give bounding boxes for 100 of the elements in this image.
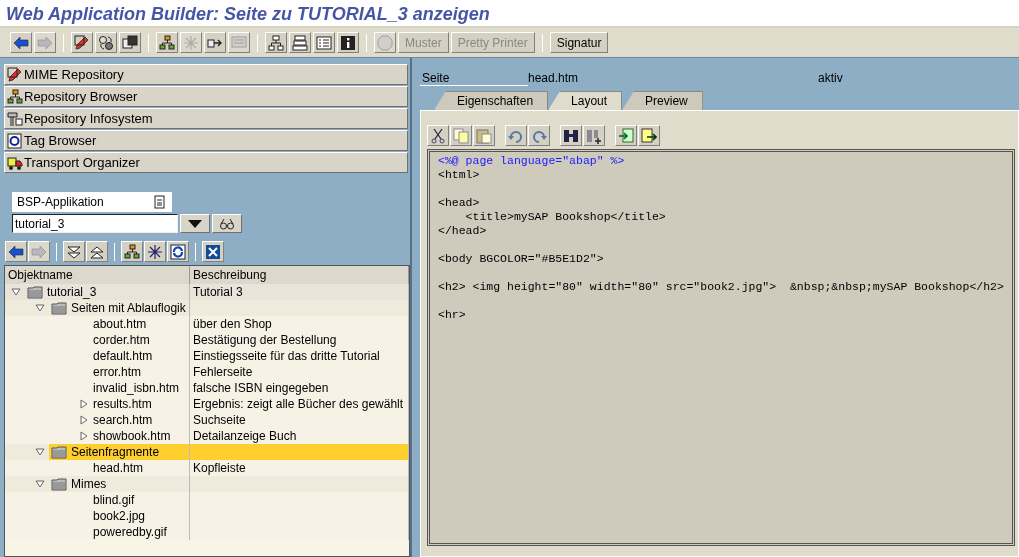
- toolbar-button[interactable]: [560, 125, 582, 146]
- pencil-icon: [7, 66, 23, 83]
- page-name: head.htm: [528, 71, 580, 85]
- tree-item[interactable]: search.htm: [93, 412, 153, 428]
- truck-icon: [7, 154, 23, 171]
- code-editor[interactable]: <%@ page language="abap" %> <html> <head> <title>mySAP Bookshop</title> </head> <body BGCOLOR="#B5E1D2"> <h2> <img height="80" width="80" src="book2.jpg"> &nbsp;&nbsp;mySAP Bookshop</h2> <hr>: [427, 149, 1015, 546]
- tree-item[interactable]: Seiten mit Ablauflogik: [71, 300, 186, 316]
- table-cell: Tutorial 3: [193, 284, 243, 300]
- table-cell: falsche ISBN eingegeben: [193, 380, 329, 396]
- table-cell: über den Shop: [193, 316, 272, 332]
- toolbar-button[interactable]: [583, 125, 605, 146]
- tree-row[interactable]: Seiten mit Ablauflogik: [5, 300, 409, 316]
- tree-row[interactable]: tutorial_3 Tutorial 3: [5, 284, 409, 300]
- tree-item[interactable]: error.htm: [93, 364, 141, 380]
- refresh-icon: [170, 243, 186, 260]
- navigator-button[interactable]: Transport Organizer: [4, 152, 408, 173]
- swap-icon: [98, 34, 114, 51]
- back-arrow-icon: [13, 34, 29, 51]
- tree-item[interactable]: tutorial_3: [47, 284, 97, 300]
- toolbar-button[interactable]: [121, 241, 143, 262]
- code-line: <h2> <img height="80" width="80" src="book2.jpg"> &nbsp;&nbsp;mySAP Bookshop</h2>: [438, 279, 1004, 294]
- tree-item[interactable]: head.htm: [93, 460, 144, 476]
- field-label: Seite: [420, 70, 528, 86]
- tree-item[interactable]: results.htm: [93, 396, 152, 412]
- forward-arrow-icon: [37, 34, 53, 51]
- hierarchy-icon: [124, 243, 140, 260]
- display-button[interactable]: [212, 214, 242, 233]
- tree-item[interactable]: about.htm: [93, 316, 147, 332]
- tree-row[interactable]: Seitenfragmente: [5, 444, 409, 460]
- caret-icon: [188, 219, 202, 228]
- folder-icon: [51, 476, 67, 492]
- scissors-icon: [430, 127, 446, 144]
- toolbar-button[interactable]: [638, 125, 660, 146]
- toolbar-button[interactable]: [156, 32, 178, 53]
- tree-item[interactable]: corder.htm: [93, 332, 150, 348]
- toolbar-button[interactable]: [119, 32, 141, 53]
- code-line: <html>: [438, 168, 481, 182]
- tree-item[interactable]: blind.gif: [93, 492, 135, 508]
- toolbar-button[interactable]: [95, 32, 117, 53]
- toolbar-button[interactable]: [71, 32, 93, 53]
- sparkle-icon: [147, 243, 163, 260]
- hierarchy-icon: [159, 34, 175, 51]
- paste-icon: [476, 127, 492, 144]
- window-title: Web Application Builder: Seite zu TUTORIAL_3 anzeigen: [0, 0, 1019, 28]
- toolbar-button[interactable]: [289, 32, 311, 53]
- table-cell: Einstiegsseite für das dritte Tutorial: [193, 348, 380, 364]
- back-arrow-icon: [8, 243, 24, 260]
- table-cell: Fehlerseite: [193, 364, 253, 380]
- toolbar-button[interactable]: [63, 241, 85, 262]
- toolbar-button[interactable]: [337, 32, 359, 53]
- collapse-triangle-icon[interactable]: [35, 447, 45, 457]
- toolbar-button[interactable]: [5, 241, 27, 262]
- tree-row[interactable]: Mimes: [5, 476, 409, 492]
- navigator-button[interactable]: Repository Browser: [4, 86, 408, 107]
- toolbar-button[interactable]: [204, 32, 226, 53]
- toolbar-button[interactable]: [427, 125, 449, 146]
- navigator-button[interactable]: Tag Browser: [4, 130, 408, 151]
- toolbar-button[interactable]: [86, 241, 108, 262]
- toolbar-button[interactable]: [10, 32, 32, 53]
- tab[interactable]: Eigenschaften: [434, 91, 549, 110]
- tree-item[interactable]: poweredby.gif: [93, 524, 167, 540]
- tab[interactable]: Layout: [548, 91, 623, 110]
- tree-icon: [268, 34, 284, 51]
- forward-arrow-icon: [31, 243, 47, 260]
- collapse-triangle-icon[interactable]: [11, 287, 21, 297]
- hierarchy-icon: [7, 88, 23, 105]
- folder-icon: [51, 300, 67, 316]
- toolbar-button[interactable]: [202, 241, 224, 262]
- collapse-icon: [66, 243, 82, 260]
- navigator-button[interactable]: MIME Repository: [4, 64, 408, 85]
- list-icon: [316, 34, 332, 51]
- toolbar-button[interactable]: [144, 241, 166, 262]
- tab[interactable]: Preview: [622, 91, 703, 110]
- tree-item[interactable]: default.htm: [93, 348, 153, 364]
- windows-icon: [122, 34, 138, 51]
- tree-item[interactable]: Seitenfragmente: [67, 444, 189, 460]
- pencil-icon: [74, 34, 90, 51]
- object-type-dropdown[interactable]: BSP-Applikation: [12, 192, 172, 212]
- dropdown-button[interactable]: [180, 214, 210, 233]
- status-text: aktiv: [818, 71, 843, 85]
- document-icon: [152, 194, 168, 210]
- info-icon: [340, 34, 356, 51]
- tree-item[interactable]: book2.jpg: [93, 508, 146, 524]
- tree-item[interactable]: Mimes: [71, 476, 107, 492]
- collapse-triangle-icon[interactable]: [35, 479, 45, 489]
- close-icon: [205, 243, 221, 260]
- tree-item[interactable]: invalid_isbn.htm: [93, 380, 180, 396]
- collapse-triangle-icon[interactable]: [35, 303, 45, 313]
- folder-icon: [27, 284, 43, 300]
- export-icon: [641, 127, 657, 144]
- navigator-button[interactable]: Repository Infosystem: [4, 108, 408, 129]
- toolbar-button[interactable]: [265, 32, 287, 53]
- toolbar-button[interactable]: [167, 241, 189, 262]
- toolbar-button[interactable]: Signatur: [549, 32, 609, 53]
- table-cell: Kopfleiste: [193, 460, 246, 476]
- tree-item[interactable]: showbook.htm: [93, 428, 171, 444]
- table-cell: Detailanzeige Buch: [193, 428, 297, 444]
- object-name-field[interactable]: tutorial_3: [12, 214, 178, 233]
- copy-icon: [453, 127, 469, 144]
- code-line: <head>: [438, 195, 481, 210]
